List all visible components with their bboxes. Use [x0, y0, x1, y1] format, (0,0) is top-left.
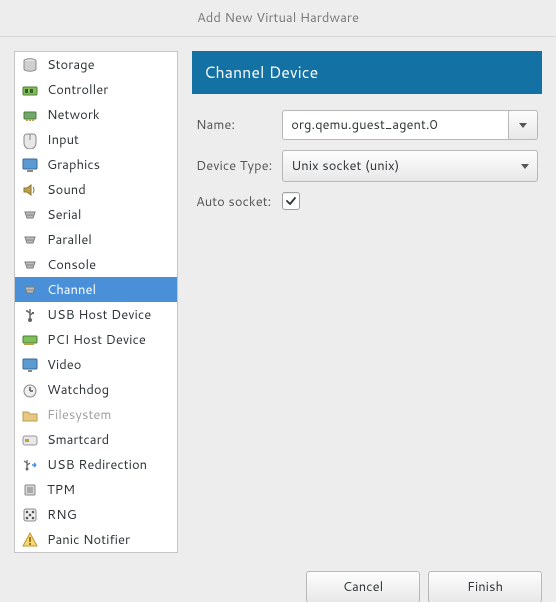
sidebar-item-label: Graphics — [47, 156, 100, 174]
sound-icon — [21, 181, 39, 199]
sidebar-item-parallel[interactable]: Parallel — [15, 227, 177, 252]
sidebar-item-pci-host-device[interactable]: PCI Host Device — [15, 327, 177, 352]
controller-icon — [21, 81, 39, 99]
sidebar-item-label: Storage — [47, 56, 95, 74]
auto-socket-checkbox[interactable] — [282, 192, 300, 210]
dialog-buttons: Cancel Finish — [0, 561, 556, 602]
sidebar-item-tpm[interactable]: TPM — [15, 477, 177, 502]
sidebar-item-video[interactable]: Video — [15, 352, 177, 377]
config-panel: Channel Device Name: org.qemu.guest_agen… — [192, 51, 542, 553]
serial-icon — [21, 231, 39, 249]
sidebar-item-label: Channel — [47, 281, 96, 299]
hardware-type-sidebar[interactable]: Storage Controller Network Input Graphics Sou… — [14, 51, 178, 553]
usb-icon — [21, 306, 39, 324]
auto-socket-label: Auto socket: — [196, 193, 272, 211]
device-type-value: Unix socket (unix) — [291, 157, 399, 175]
sidebar-item-smartcard[interactable]: Smartcard — [15, 427, 177, 452]
check-icon — [285, 195, 297, 207]
rng-icon — [21, 506, 39, 524]
cancel-button[interactable]: Cancel — [306, 571, 420, 602]
chevron-down-icon — [521, 164, 529, 169]
filesystem-icon — [21, 406, 39, 424]
tpm-icon — [21, 481, 39, 499]
add-hardware-window: Add New Virtual Hardware Storage Controll… — [0, 0, 556, 602]
name-combo[interactable]: org.qemu.guest_agent.0 — [282, 110, 538, 140]
sidebar-item-label: Sound — [47, 181, 86, 199]
sidebar-item-label: USB Redirection — [47, 456, 147, 474]
network-icon — [21, 106, 39, 124]
sidebar-item-label: TPM — [47, 481, 75, 499]
sidebar-item-filesystem: Filesystem — [15, 402, 177, 427]
sidebar-item-label: Console — [47, 256, 96, 274]
sidebar-item-usb-host-device[interactable]: USB Host Device — [15, 302, 177, 327]
sidebar-item-sound[interactable]: Sound — [15, 177, 177, 202]
window-title: Add New Virtual Hardware — [0, 0, 556, 37]
sidebar-item-label: Controller — [47, 81, 108, 99]
finish-button[interactable]: Finish — [428, 571, 542, 602]
serial-icon — [21, 256, 39, 274]
sidebar-item-storage[interactable]: Storage — [15, 52, 177, 77]
input-icon — [21, 131, 39, 149]
pci-icon — [21, 331, 39, 349]
sidebar-item-channel[interactable]: Channel — [15, 277, 177, 302]
sidebar-item-network[interactable]: Network — [15, 102, 177, 127]
sidebar-item-label: Smartcard — [47, 431, 109, 449]
name-label: Name: — [196, 116, 272, 134]
usb-redir-icon — [21, 456, 39, 474]
panic-icon — [21, 531, 39, 549]
chevron-down-icon — [519, 123, 527, 128]
device-type-select[interactable]: Unix socket (unix) — [282, 150, 538, 182]
sidebar-item-label: Filesystem — [47, 406, 111, 424]
sidebar-item-label: Input — [47, 131, 79, 149]
sidebar-item-label: Parallel — [47, 231, 92, 249]
sidebar-item-label: Video — [47, 356, 81, 374]
storage-icon — [21, 56, 39, 74]
sidebar-item-label: Watchdog — [47, 381, 109, 399]
serial-icon — [21, 206, 39, 224]
graphics-icon — [21, 156, 39, 174]
video-icon — [21, 356, 39, 374]
sidebar-item-label: USB Host Device — [47, 306, 151, 324]
sidebar-item-usb-redirection[interactable]: USB Redirection — [15, 452, 177, 477]
sidebar-item-label: Network — [47, 106, 100, 124]
sidebar-item-graphics[interactable]: Graphics — [15, 152, 177, 177]
sidebar-item-panic-notifier[interactable]: Panic Notifier — [15, 527, 177, 552]
sidebar-item-label: Panic Notifier — [47, 531, 130, 549]
serial-icon — [21, 281, 39, 299]
device-type-label: Device Type: — [196, 157, 272, 175]
sidebar-item-label: Serial — [47, 206, 81, 224]
name-dropdown-button[interactable] — [508, 110, 538, 140]
smartcard-icon — [21, 431, 39, 449]
channel-form: Name: org.qemu.guest_agent.0 Device Type… — [192, 94, 542, 228]
sidebar-item-watchdog[interactable]: Watchdog — [15, 377, 177, 402]
auto-socket-cell — [282, 192, 538, 212]
sidebar-item-rng[interactable]: RNG — [15, 502, 177, 527]
sidebar-item-input[interactable]: Input — [15, 127, 177, 152]
content-area: Storage Controller Network Input Graphics Sou… — [0, 37, 556, 561]
sidebar-item-controller[interactable]: Controller — [15, 77, 177, 102]
watchdog-icon — [21, 381, 39, 399]
panel-header: Channel Device — [192, 51, 542, 94]
sidebar-item-console[interactable]: Console — [15, 252, 177, 277]
name-input[interactable]: org.qemu.guest_agent.0 — [282, 110, 508, 140]
sidebar-item-label: PCI Host Device — [47, 331, 146, 349]
sidebar-item-serial[interactable]: Serial — [15, 202, 177, 227]
sidebar-item-label: RNG — [47, 506, 77, 524]
